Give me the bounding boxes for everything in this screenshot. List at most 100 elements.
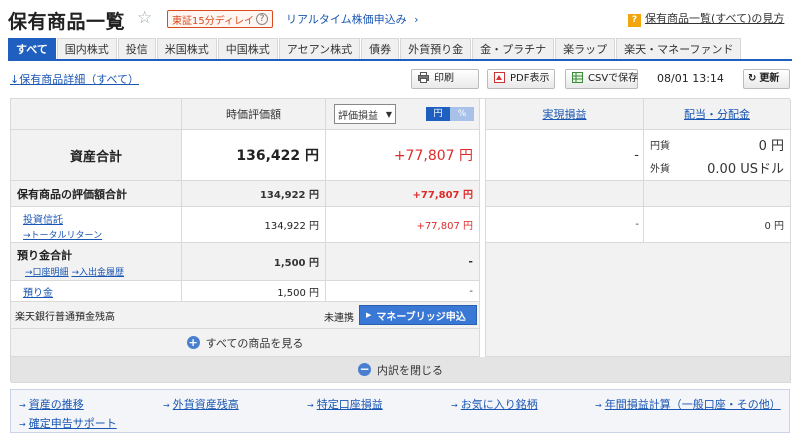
refresh-button[interactable]: ↻ 更新: [743, 69, 790, 89]
account-statement-link[interactable]: →口座明細: [25, 268, 69, 278]
cash-history-link[interactable]: →入出金履歴: [71, 268, 124, 278]
tab-bonds[interactable]: 債券: [361, 38, 400, 59]
deposit-item-pl-cell: -: [326, 281, 480, 302]
dividend-yen-label: 円貨: [650, 141, 670, 152]
csv-label: CSVで保存: [588, 73, 639, 84]
help-guide-label: 保有商品一覧(すべて)の見方: [645, 12, 785, 25]
tab-all[interactable]: すべて: [8, 38, 56, 59]
favorites-link[interactable]: お気に入り銘柄: [451, 396, 538, 412]
pdf-icon: [494, 72, 505, 83]
realtime-quote-link[interactable]: リアルタイム株価申込み ›: [286, 11, 419, 27]
holdings-total-value: 134,922 円: [259, 190, 319, 201]
help-circle-icon[interactable]: ?: [256, 13, 269, 25]
triangle-right-icon: ▶: [366, 311, 372, 319]
update-timestamp: 08/01 13:14: [657, 72, 724, 85]
tab-asean-stocks[interactable]: アセアン株式: [278, 38, 361, 59]
holdings-total-value-cell: 134,922 円: [182, 181, 326, 207]
holdings-table: 時価評価額 評価損益 ▼ 円 % 実現損益 配当・分配金 資産合計 136,42…: [10, 98, 791, 383]
bank-status: 未連携: [324, 313, 354, 324]
show-all-label: すべての商品を見る: [205, 336, 304, 350]
print-button[interactable]: 印刷: [411, 69, 479, 89]
pl-type-select[interactable]: 評価損益 ▼: [334, 104, 396, 124]
refresh-label: 更新: [759, 73, 780, 84]
col-header-valuation: 時価評価額: [182, 99, 326, 130]
category-tabs: すべて 国内株式 投信 米国株式 中国株式 アセアン株式 債券 外貨預り金 金・…: [8, 38, 792, 61]
delay-badge-label: 東証15分ディレイ: [172, 15, 255, 27]
fund-total-return-link[interactable]: →トータルリターン: [23, 228, 102, 241]
help-icon: ?: [628, 14, 641, 27]
tab-rakuwrap[interactable]: 楽ラップ: [555, 38, 616, 59]
tab-fx-deposit[interactable]: 外貨預り金: [400, 38, 472, 59]
toggle-percent[interactable]: %: [450, 107, 474, 121]
annual-pl-link[interactable]: 年間損益計算（一般口座・その他）: [595, 396, 781, 412]
holdings-detail-link[interactable]: ↓保有商品詳細（すべて）: [10, 71, 139, 87]
fund-link[interactable]: 投資信託: [23, 211, 63, 226]
deposit-total-label: 預り金合計: [17, 249, 72, 262]
fund-dividend: 0 円: [764, 221, 784, 232]
table-header-blank: [11, 99, 182, 130]
tax-support-link[interactable]: 確定申告サポート: [19, 415, 117, 431]
deposit-item-value-cell: 1,500 円: [182, 281, 326, 302]
dividend-total-cell: 円貨 0 円 外貨 0.00 USドル: [644, 130, 791, 181]
fund-realized: -: [635, 219, 639, 230]
holdings-total-label: 保有商品の評価額合計: [17, 187, 127, 201]
specific-account-pl-link[interactable]: 特定口座損益: [307, 396, 383, 412]
tab-funds[interactable]: 投信: [117, 38, 156, 59]
dividend-fx-label: 外貨: [650, 164, 670, 175]
footer-links: 資産の推移 外貨資産残高 特定口座損益 お気に入り銘柄 年間損益計算（一般口座・…: [10, 389, 790, 433]
deposit-item-pl: -: [469, 285, 473, 297]
deposit-total-pl: -: [468, 255, 473, 268]
deposit-item-label-cell: 預り金: [11, 281, 182, 302]
col-valuation-label: 時価評価額: [226, 108, 281, 121]
money-bridge-button[interactable]: ▶ マネーブリッジ申込: [359, 305, 477, 325]
close-breakdown-row[interactable]: − 内訳を閉じる: [11, 357, 791, 383]
delay-badge[interactable]: 東証15分ディレイ ?: [167, 10, 274, 28]
deposit-item-link[interactable]: 預り金: [23, 284, 53, 299]
col-header-pl: 評価損益 ▼ 円 %: [326, 99, 480, 130]
help-guide-link[interactable]: ? 保有商品一覧(すべて)の見方: [628, 10, 784, 27]
printer-icon: [418, 72, 429, 83]
asset-history-link[interactable]: 資産の推移: [19, 396, 84, 412]
tab-us-stocks[interactable]: 米国株式: [156, 38, 217, 59]
total-assets-pl-cell: +77,807 円: [326, 130, 480, 181]
fund-value: 134,922 円: [264, 221, 319, 232]
csv-save-button[interactable]: CSVで保存: [565, 69, 638, 89]
realtime-quote-label: リアルタイム株価申込み: [286, 13, 407, 26]
col-header-realized: 実現損益: [486, 99, 644, 130]
dividend-yen-value: 0 円: [758, 139, 784, 154]
plus-circle-icon: +: [186, 336, 200, 349]
fund-pl-cell: +77,807 円: [326, 207, 480, 243]
realized-total: -: [634, 147, 639, 163]
pdf-button[interactable]: PDF表示: [487, 69, 555, 89]
fund-label-cell: 投資信託 →トータルリターン: [11, 207, 182, 243]
holdings-total-dividend-cell: [644, 181, 791, 207]
fund-pl: +77,807 円: [416, 221, 473, 232]
print-label: 印刷: [434, 73, 454, 84]
fund-total-return-label: トータルリターン: [30, 231, 103, 241]
total-assets-label-cell: 資産合計: [11, 130, 182, 181]
right-empty-area: [486, 243, 791, 357]
tab-domestic-stocks[interactable]: 国内株式: [56, 38, 117, 59]
deposit-links: →口座明細 →入出金履歴: [25, 265, 124, 278]
fund-value-cell: 134,922 円: [182, 207, 326, 243]
page-title: 保有商品一覧: [8, 11, 126, 33]
pl-type-select-value: 評価損益: [338, 110, 378, 122]
total-assets-pl: +77,807 円: [393, 148, 473, 164]
unit-toggle[interactable]: 円 %: [426, 107, 474, 121]
tab-china-stocks[interactable]: 中国株式: [217, 38, 278, 59]
tab-gold-platinum[interactable]: 金・プラチナ: [472, 38, 555, 59]
holdings-total-pl: +77,807 円: [412, 190, 473, 201]
deposit-total-value: 1,500 円: [273, 258, 319, 269]
fund-dividend-cell: 0 円: [644, 207, 791, 243]
bank-label: 楽天銀行普通預金残高: [15, 311, 115, 323]
tab-money-fund[interactable]: 楽天・マネーファンド: [616, 38, 742, 59]
toggle-yen[interactable]: 円: [426, 107, 450, 121]
bank-row: 楽天銀行普通預金残高 未連携 ▶ マネーブリッジ申込: [11, 302, 480, 329]
account-statement-label: 口座明細: [32, 268, 69, 278]
show-all-row[interactable]: + すべての商品を見る: [11, 329, 480, 357]
chevron-right-icon: ›: [414, 13, 419, 26]
fx-assets-link[interactable]: 外貨資産残高: [163, 396, 239, 412]
favorite-star-icon[interactable]: ☆: [137, 8, 152, 28]
col-dividend-link[interactable]: 配当・分配金: [684, 106, 750, 122]
col-realized-link[interactable]: 実現損益: [543, 106, 587, 122]
